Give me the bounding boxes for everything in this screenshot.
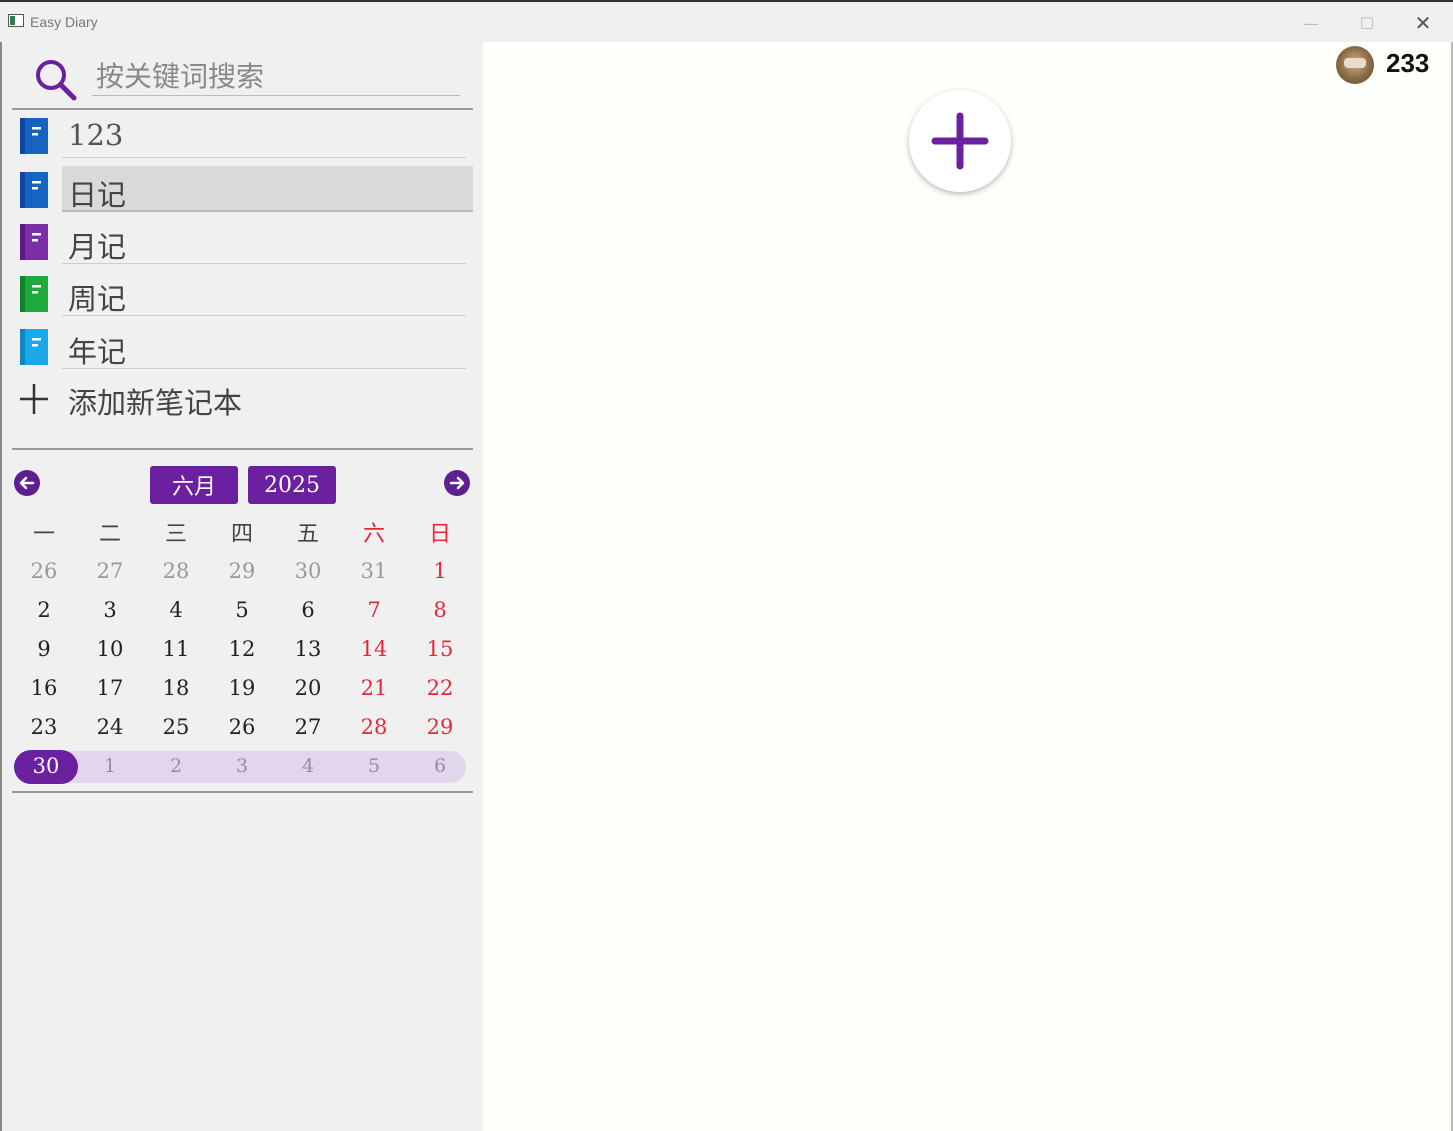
- calendar-day-today[interactable]: 30: [16, 748, 76, 784]
- prev-month-button[interactable]: [14, 470, 40, 496]
- weekday-label: 三: [164, 522, 187, 547]
- calendar-day[interactable]: 7: [344, 592, 404, 628]
- calendar-day[interactable]: 2: [14, 592, 74, 628]
- weekday-label: 日: [428, 522, 451, 547]
- calendar-day[interactable]: 18: [146, 670, 206, 706]
- calendar-week-row: 26 27 28 29 30 31 1: [12, 553, 473, 589]
- calendar-day[interactable]: 4: [278, 748, 338, 784]
- calendar-day[interactable]: 1: [410, 553, 470, 589]
- notebook-icon: [20, 329, 48, 365]
- calendar-week-row-current: 30 1 2 3 4 5 6: [12, 748, 473, 784]
- add-notebook-label: 添加新笔记本: [68, 386, 243, 420]
- notebook-label: 123: [68, 118, 124, 152]
- window-title: Easy Diary: [30, 14, 98, 30]
- calendar-day[interactable]: 29: [410, 709, 470, 745]
- calendar-day[interactable]: 28: [146, 553, 206, 589]
- calendar-day[interactable]: 24: [80, 709, 140, 745]
- calendar-day[interactable]: 20: [278, 670, 338, 706]
- search-input[interactable]: [92, 58, 460, 96]
- arrow-right-icon: [449, 476, 465, 490]
- calendar-day[interactable]: 9: [14, 631, 74, 667]
- calendar-week-row: 23 24 25 26 27 28 29: [12, 709, 473, 745]
- calendar-week-row: 9 10 11 12 13 14 15: [12, 631, 473, 667]
- calendar-day[interactable]: 14: [344, 631, 404, 667]
- calendar-day[interactable]: 29: [212, 553, 272, 589]
- notebook-item-123[interactable]: 123: [12, 112, 473, 158]
- notebook-icon: [20, 118, 48, 154]
- search-icon[interactable]: [32, 56, 78, 102]
- calendar-day[interactable]: 6: [410, 748, 470, 784]
- notebook-item-diary[interactable]: 日记: [12, 166, 473, 212]
- close-button[interactable]: ✕: [1400, 8, 1446, 38]
- notebook-item-weekly[interactable]: 周记: [12, 270, 473, 316]
- month-selector[interactable]: 六月: [150, 466, 238, 504]
- notebook-item-yearly[interactable]: 年记: [12, 323, 473, 369]
- calendar-day[interactable]: 23: [14, 709, 74, 745]
- calendar-day[interactable]: 5: [344, 748, 404, 784]
- calendar-day[interactable]: 21: [344, 670, 404, 706]
- calendar-day[interactable]: 10: [80, 631, 140, 667]
- avatar[interactable]: [1336, 46, 1374, 84]
- plus-icon: [931, 112, 989, 170]
- search-bar: [30, 52, 460, 102]
- calendar-top-divider: [12, 448, 473, 450]
- year-selector[interactable]: 2025: [248, 466, 336, 504]
- calendar-day[interactable]: 4: [146, 592, 206, 628]
- calendar-day[interactable]: 2: [146, 748, 206, 784]
- calendar-day[interactable]: 26: [212, 709, 272, 745]
- notebook-label: 日记: [68, 178, 127, 212]
- new-entry-button[interactable]: [909, 90, 1011, 192]
- calendar-day[interactable]: 26: [14, 553, 74, 589]
- calendar-day[interactable]: 15: [410, 631, 470, 667]
- calendar-week-row: 2 3 4 5 6 7 8: [12, 592, 473, 628]
- calendar-day[interactable]: 12: [212, 631, 272, 667]
- notebook-label: 周记: [68, 282, 127, 316]
- weekday-label: 二: [98, 522, 121, 547]
- calendar-day[interactable]: 22: [410, 670, 470, 706]
- calendar-day[interactable]: 3: [80, 592, 140, 628]
- notebook-icon: [20, 172, 48, 208]
- notebook-label: 年记: [68, 335, 127, 369]
- notebook-label: 月记: [68, 230, 127, 264]
- calendar-day[interactable]: 6: [278, 592, 338, 628]
- calendar-day[interactable]: 31: [344, 553, 404, 589]
- maximize-button[interactable]: ☐: [1344, 8, 1390, 38]
- weekday-label: 六: [362, 522, 385, 547]
- calendar-day[interactable]: 1: [80, 748, 140, 784]
- calendar-day[interactable]: 27: [80, 553, 140, 589]
- calendar-day[interactable]: 5: [212, 592, 272, 628]
- calendar-day[interactable]: 16: [14, 670, 74, 706]
- arrow-left-icon: [19, 476, 35, 490]
- calendar-day[interactable]: 3: [212, 748, 272, 784]
- add-notebook-button[interactable]: 添加新笔记本: [12, 376, 473, 422]
- notebook-item-monthly[interactable]: 月记: [12, 218, 473, 264]
- calendar-week-row: 16 17 18 19 20 21 22: [12, 670, 473, 706]
- calendar-day[interactable]: 11: [146, 631, 206, 667]
- calendar-day[interactable]: 28: [344, 709, 404, 745]
- main-content: [483, 42, 1451, 1131]
- app-icon: [8, 14, 24, 27]
- search-divider: [12, 108, 473, 110]
- calendar-day[interactable]: 13: [278, 631, 338, 667]
- weekday-label: 四: [230, 522, 253, 547]
- weekday-label: 五: [296, 522, 319, 547]
- sidebar: 123 日记 月记 周记: [0, 42, 483, 1131]
- calendar-bottom-divider: [12, 791, 473, 793]
- minimize-button[interactable]: —: [1288, 8, 1334, 38]
- plus-icon: [20, 384, 48, 414]
- notebook-icon: [20, 224, 48, 260]
- calendar-day[interactable]: 17: [80, 670, 140, 706]
- title-bar: Easy Diary — ☐ ✕: [0, 0, 1453, 42]
- weekday-header-row: 一 二 三 四 五 六 日: [12, 514, 473, 550]
- user-name: 233: [1386, 48, 1430, 78]
- calendar-day[interactable]: 30: [278, 553, 338, 589]
- calendar-day[interactable]: 8: [410, 592, 470, 628]
- calendar-day[interactable]: 19: [212, 670, 272, 706]
- calendar-day[interactable]: 27: [278, 709, 338, 745]
- calendar-day[interactable]: 25: [146, 709, 206, 745]
- weekday-label: 一: [32, 522, 55, 547]
- next-month-button[interactable]: [444, 470, 470, 496]
- notebook-icon: [20, 276, 48, 312]
